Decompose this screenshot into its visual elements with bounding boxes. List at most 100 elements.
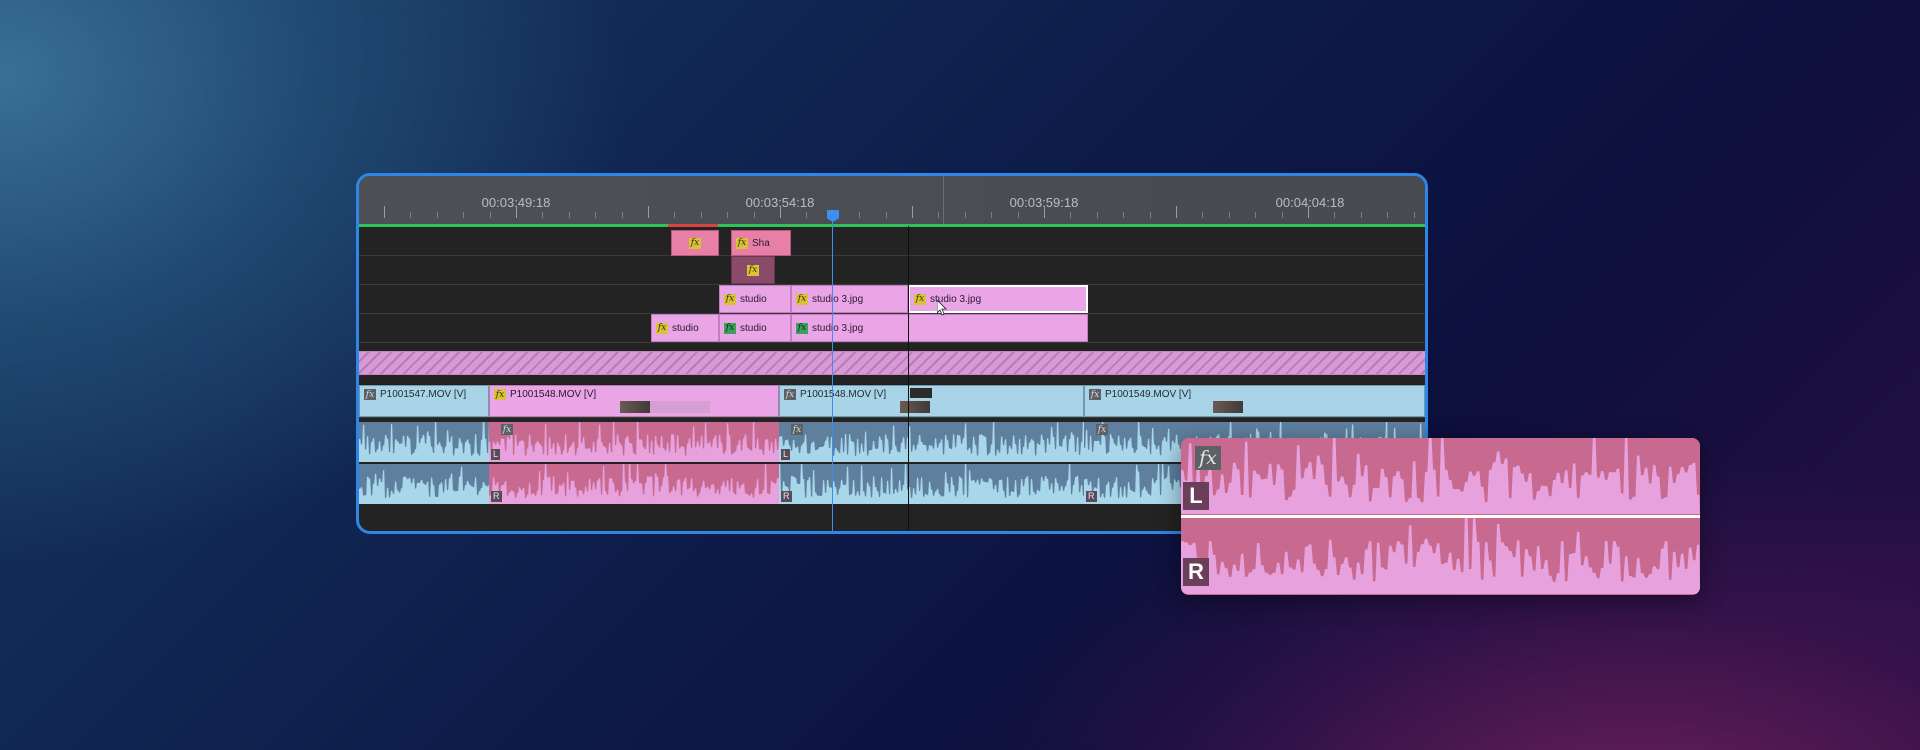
ruler-tick bbox=[912, 206, 913, 218]
waveform-graphic bbox=[1181, 438, 1700, 514]
fx-badge-icon: fx bbox=[724, 322, 736, 334]
ruler-tick bbox=[1413, 212, 1415, 218]
ruler-tick bbox=[1123, 212, 1125, 218]
ruler-tick bbox=[1017, 212, 1019, 218]
channel-tag-left: L bbox=[1183, 482, 1209, 510]
image-clip-selected[interactable]: fx studio 3.jpg bbox=[908, 285, 1088, 313]
fx-badge-icon: fx bbox=[364, 389, 376, 400]
video-clip[interactable]: fx P1001547.MOV [V] bbox=[359, 385, 489, 417]
ruler-tick bbox=[595, 212, 597, 218]
playhead-handle[interactable] bbox=[827, 210, 839, 222]
clip-label: P1001549.MOV [V] bbox=[1105, 389, 1192, 400]
fx-badge-icon: fx bbox=[747, 264, 759, 276]
fx-badge-icon: fx bbox=[914, 293, 926, 305]
waveform-graphic bbox=[779, 422, 1084, 462]
waveform-graphic bbox=[489, 422, 779, 462]
ruler-tick bbox=[1176, 206, 1177, 218]
image-clip[interactable]: fx studio 3.jpg bbox=[791, 314, 1088, 342]
ruler-tick bbox=[859, 212, 861, 218]
ruler-tick bbox=[542, 212, 544, 218]
ruler-tick bbox=[1334, 212, 1336, 218]
ruler-tick bbox=[1149, 212, 1151, 218]
timecode-label: 00:04:04:18 bbox=[1275, 195, 1345, 210]
clip-label: studio bbox=[740, 293, 767, 305]
ruler-tick bbox=[1202, 212, 1204, 218]
adjustment-layer-clip[interactable] bbox=[359, 351, 1425, 375]
fx-badge-icon: fx bbox=[501, 424, 513, 435]
ruler-tick bbox=[410, 212, 412, 218]
ruler-tick bbox=[674, 212, 676, 218]
fx-badge-icon: fx bbox=[1089, 389, 1101, 400]
clip-thumbnail bbox=[1213, 401, 1243, 413]
graphic-clip[interactable]: fx bbox=[671, 230, 719, 256]
ruler-tick bbox=[806, 212, 808, 218]
fx-badge-icon: fx bbox=[689, 237, 701, 249]
waveform-graphic bbox=[1181, 518, 1700, 594]
ruler-tick bbox=[938, 212, 940, 218]
track-v3: fx studio fx studio fx studio 3.jpg bbox=[359, 314, 1425, 343]
image-clip[interactable]: fx studio 3.jpg bbox=[791, 285, 908, 313]
clip-label: P1001547.MOV [V] bbox=[380, 389, 467, 400]
audio-waveform[interactable] bbox=[359, 422, 489, 462]
time-ruler[interactable]: 00:03:49:18 00:03:54:18 00:03:59:18 00:0… bbox=[359, 176, 1425, 227]
clip-thumbnail bbox=[910, 388, 932, 398]
ruler-tick bbox=[516, 206, 517, 218]
clip-thumbnail bbox=[620, 401, 650, 413]
video-clip[interactable]: fx P1001548.MOV [V] bbox=[779, 385, 1084, 417]
mouse-cursor-icon bbox=[937, 300, 947, 316]
video-clip[interactable]: fx P1001549.MOV [V] bbox=[1084, 385, 1425, 417]
audio-waveform[interactable]: R bbox=[489, 464, 779, 504]
image-clip[interactable]: fx studio bbox=[719, 314, 791, 342]
image-clip[interactable]: fx studio bbox=[719, 285, 791, 313]
ruler-tick bbox=[1255, 212, 1257, 218]
fx-badge-icon: fx bbox=[784, 389, 796, 400]
channel-tag-right: R bbox=[1183, 558, 1209, 586]
clip-thumbnail bbox=[900, 401, 930, 413]
audio-waveform[interactable]: L fx bbox=[489, 422, 779, 462]
ruler-tick bbox=[648, 206, 649, 218]
clip-label: Sha bbox=[752, 237, 770, 249]
audio-waveform[interactable]: L fx bbox=[779, 422, 1084, 462]
ruler-tick bbox=[568, 212, 570, 218]
ruler-tick bbox=[964, 212, 966, 218]
channel-tag-right: R bbox=[1086, 491, 1097, 502]
fx-badge-icon: fx bbox=[736, 237, 748, 249]
track-v1: fx P1001547.MOV [V] fx P1001548.MOV [V] … bbox=[359, 384, 1425, 418]
track-v5: fx bbox=[359, 256, 1425, 285]
ruler-tick bbox=[780, 206, 781, 218]
fx-badge-icon: fx bbox=[656, 322, 668, 334]
edit-point-line bbox=[908, 226, 909, 531]
waveform-graphic bbox=[359, 464, 489, 504]
ruler-tick bbox=[700, 212, 702, 218]
ruler-tick bbox=[621, 212, 623, 218]
fx-badge-icon: fx bbox=[1195, 446, 1221, 470]
fx-badge-icon: fx bbox=[796, 293, 808, 305]
channel-tag-left: L bbox=[781, 449, 791, 460]
ruler-tick bbox=[489, 212, 491, 218]
audio-waveform[interactable]: R bbox=[779, 464, 1084, 504]
waveform-graphic bbox=[489, 464, 779, 504]
fx-badge-icon: fx bbox=[791, 424, 803, 435]
track-v4: fx studio fx studio 3.jpg fx studio 3.jp… bbox=[359, 285, 1425, 314]
audio-waveform[interactable] bbox=[359, 464, 489, 504]
ruler-tick bbox=[1308, 206, 1309, 218]
image-clip[interactable]: fx studio bbox=[651, 314, 719, 342]
ruler-divider bbox=[943, 176, 944, 226]
graphic-subclip[interactable]: fx bbox=[731, 256, 775, 284]
graphic-clip-sha[interactable]: fx Sha bbox=[731, 230, 791, 256]
ruler-tick bbox=[753, 212, 755, 218]
ruler-tick bbox=[1387, 212, 1389, 218]
ruler-tick bbox=[885, 212, 887, 218]
fx-badge-icon: fx bbox=[796, 322, 808, 334]
clip-label: P1001548.MOV [V] bbox=[510, 389, 597, 400]
video-clip[interactable]: fx P1001548.MOV [V] bbox=[489, 385, 779, 417]
channel-tag-right: R bbox=[781, 491, 792, 502]
fx-badge-icon: fx bbox=[724, 293, 736, 305]
clip-label: studio 3.jpg bbox=[812, 322, 864, 334]
ruler-tick bbox=[1360, 212, 1362, 218]
fx-badge-icon: fx bbox=[494, 389, 506, 400]
playhead-line[interactable] bbox=[832, 220, 833, 531]
ruler-tick bbox=[1228, 212, 1230, 218]
track-v6: fx fx Sha bbox=[359, 227, 1425, 256]
ruler-tick bbox=[436, 212, 438, 218]
